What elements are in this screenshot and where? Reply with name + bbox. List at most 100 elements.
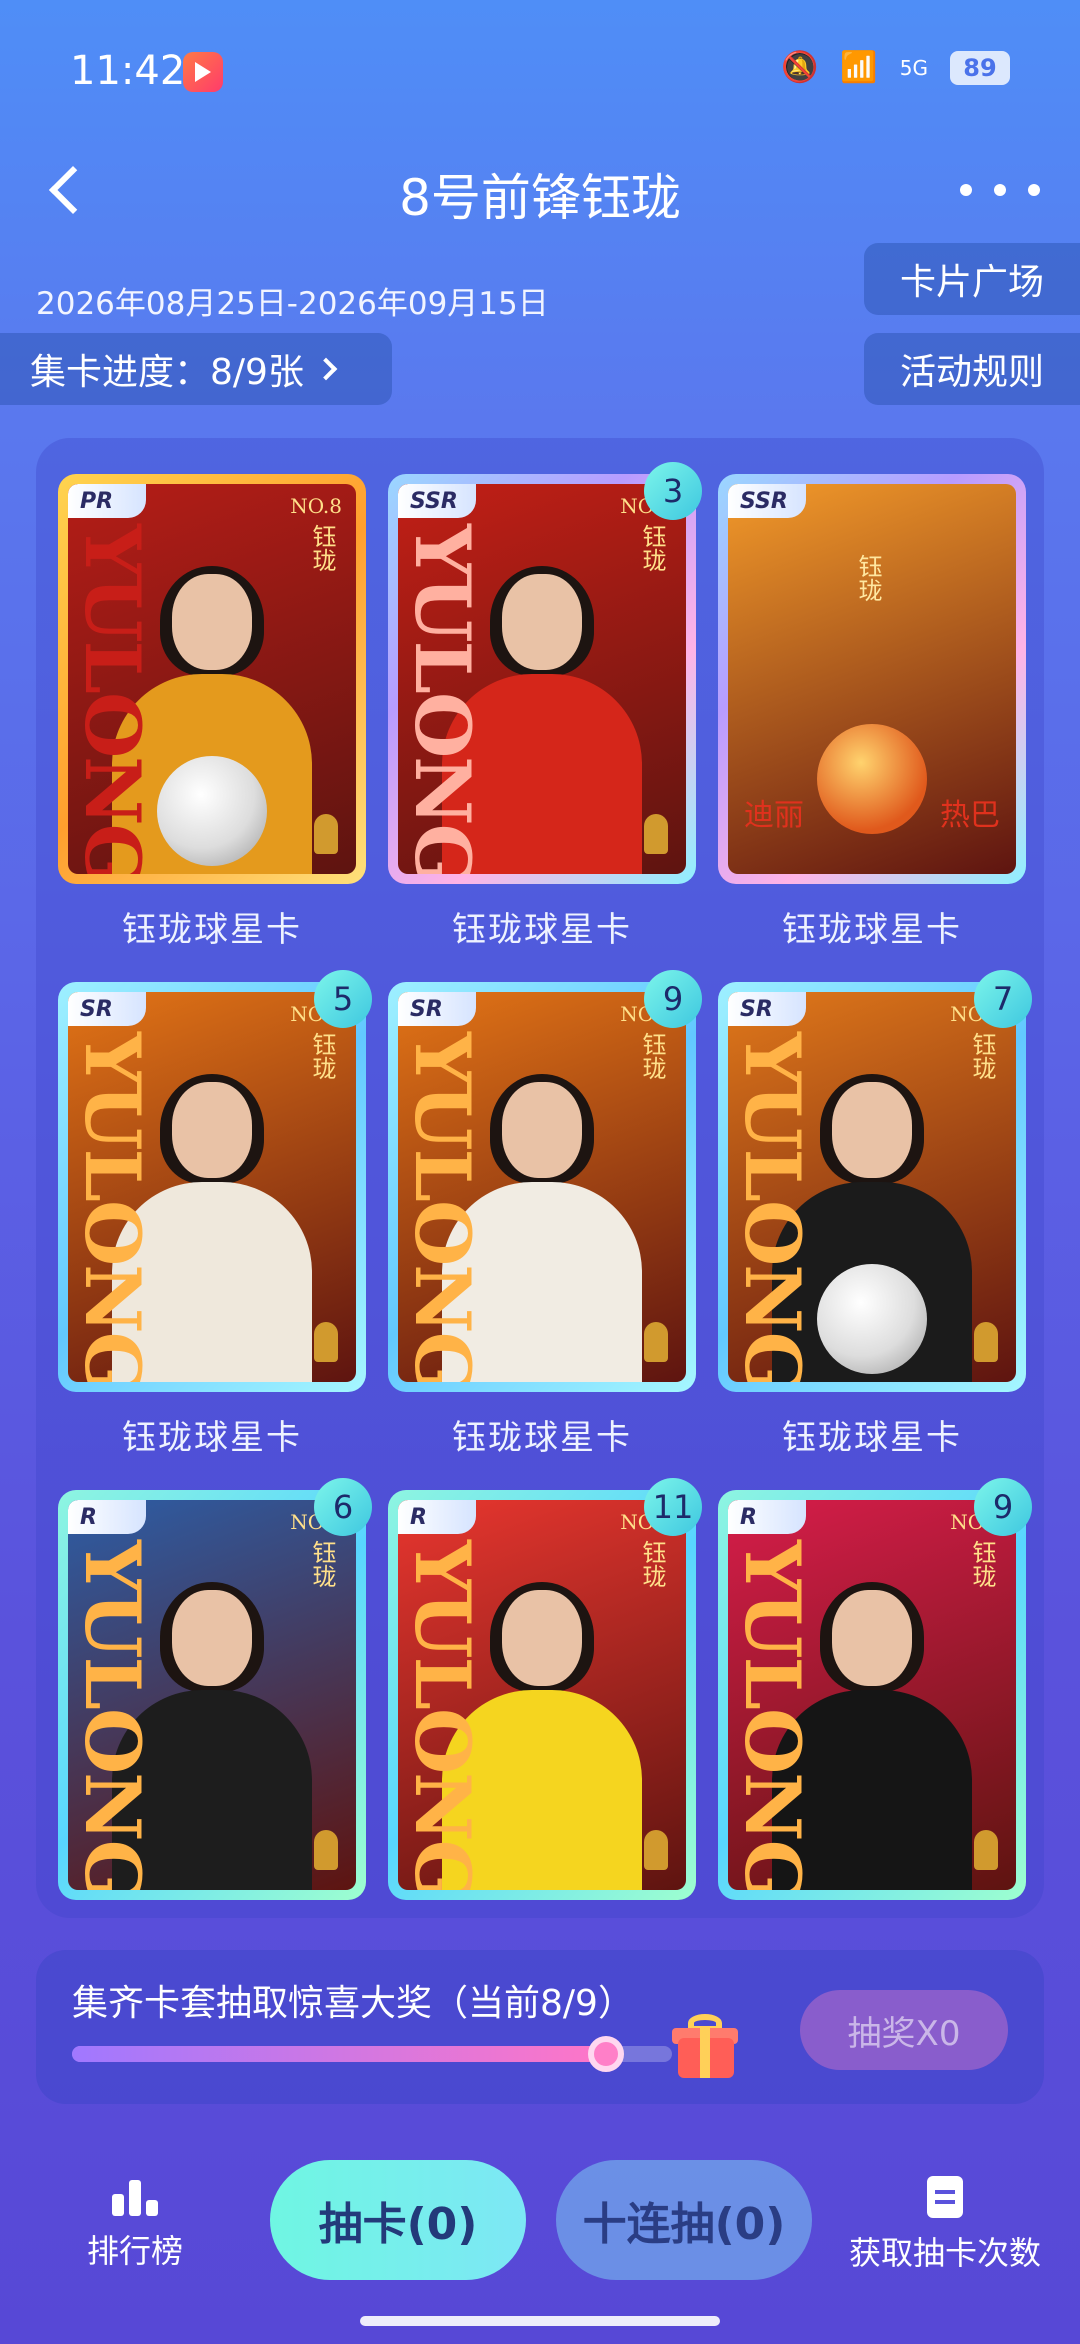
player-card[interactable]: SR YULONG NO.8 钰珑 7 钰珑球星卡 bbox=[718, 970, 1032, 1459]
player-card[interactable]: PR YULONG NO.8 钰珑钰珑球星卡 bbox=[58, 474, 366, 951]
trophy-icon bbox=[644, 814, 668, 854]
collection-progress-button[interactable]: 集卡进度：8/9张 bbox=[0, 333, 392, 405]
gift-icon bbox=[672, 2014, 738, 2080]
card-name-vertical: 钰珑 bbox=[638, 1540, 666, 1588]
more-button[interactable] bbox=[960, 160, 1040, 220]
prize-panel: 集齐卡套抽取惊喜大奖（当前8/9） 抽奖X0 bbox=[36, 1950, 1044, 2104]
rarity-badge: R bbox=[398, 1500, 476, 1534]
card-title: 钰珑球星卡 bbox=[452, 1418, 632, 1458]
card-name-left: 迪丽 bbox=[744, 798, 804, 833]
trophy-icon bbox=[644, 1322, 668, 1362]
status-time: 11:42 bbox=[70, 48, 186, 94]
card-art: SR YULONG NO.8 钰珑 bbox=[398, 992, 686, 1382]
prize-progress-knob bbox=[588, 2036, 624, 2072]
leaderboard-label: 排行榜 bbox=[86, 2232, 183, 2270]
player-card[interactable]: SSR 钰珑迪丽 热巴钰珑球星卡 bbox=[718, 474, 1026, 951]
card-count-badge: 3 bbox=[644, 462, 702, 520]
draw-prize-button[interactable]: 抽奖X0 bbox=[800, 1990, 1008, 2070]
wifi-icon: 📶 bbox=[840, 50, 878, 85]
get-draw-times-button[interactable]: 获取抽卡次数 bbox=[840, 2176, 1050, 2274]
card-yulong-text: YULONG bbox=[68, 1540, 157, 1890]
card-count-badge: 9 bbox=[974, 1478, 1032, 1536]
card-yulong-text: YULONG bbox=[398, 1540, 487, 1890]
card-number: NO.8 bbox=[290, 494, 342, 518]
status-icons: 🔕 📶 5G 89 bbox=[781, 50, 1010, 85]
card-title: 钰珑球星卡 bbox=[782, 1418, 962, 1458]
card-name-right: 热巴 bbox=[940, 798, 1000, 833]
rarity-badge: SR bbox=[398, 992, 476, 1026]
prize-progress-fill bbox=[72, 2046, 606, 2062]
battery-icon: 89 bbox=[950, 50, 1010, 85]
card-title: 钰珑球星卡 bbox=[782, 910, 962, 950]
prize-progress-bar bbox=[72, 2036, 672, 2072]
card-yulong-text: YULONG bbox=[728, 1540, 817, 1890]
trophy-icon bbox=[314, 814, 338, 854]
card-yulong-text: YULONG bbox=[398, 1032, 487, 1382]
rarity-badge: R bbox=[728, 1500, 806, 1534]
card-art: PR YULONG NO.8 钰珑 bbox=[68, 484, 356, 874]
activity-rules-button[interactable]: 活动规则 bbox=[864, 333, 1080, 405]
card-plaza-button[interactable]: 卡片广场 bbox=[864, 243, 1080, 315]
page-title: 8号前锋钰珑 bbox=[399, 169, 681, 227]
document-icon bbox=[927, 2176, 963, 2218]
card-frame: SSR 钰珑迪丽 热巴 bbox=[718, 474, 1026, 884]
ten-draw-button[interactable]: 十连抽(0) bbox=[556, 2160, 812, 2280]
card-yulong-text: YULONG bbox=[398, 524, 487, 874]
rarity-badge: SSR bbox=[728, 484, 806, 518]
card-yulong-text: YULONG bbox=[68, 1032, 157, 1382]
card-count-badge: 6 bbox=[314, 1478, 372, 1536]
card-name-vertical: 钰珑 bbox=[308, 524, 336, 572]
draw-card-button[interactable]: 抽卡(0) bbox=[270, 2160, 526, 2280]
trophy-icon bbox=[314, 1830, 338, 1870]
rarity-badge: SR bbox=[728, 992, 806, 1026]
player-card[interactable]: R YULONG NO.8 钰珑 6 bbox=[58, 1478, 372, 1900]
player-card[interactable]: R YULONG NO.8 钰珑 9 bbox=[718, 1478, 1032, 1900]
trophy-icon bbox=[974, 1830, 998, 1870]
card-name-vertical: 钰珑 bbox=[968, 1032, 996, 1080]
card-frame: R YULONG NO.8 钰珑 6 bbox=[58, 1478, 372, 1900]
player-card[interactable]: SR YULONG NO.8 钰珑 5 钰珑球星卡 bbox=[58, 970, 372, 1459]
card-title: 钰珑球星卡 bbox=[122, 910, 302, 950]
video-app-icon bbox=[183, 52, 223, 92]
football-icon bbox=[817, 1264, 927, 1374]
date-range: 2026年08月25日-2026年09月15日 bbox=[36, 286, 549, 322]
card-star-name: 迪丽 热巴 bbox=[728, 790, 1016, 834]
card-name-vertical: 钰珑 bbox=[968, 1540, 996, 1588]
rarity-badge: SR bbox=[68, 992, 146, 1026]
progress-label: 集卡进度：8/9张 bbox=[30, 352, 304, 393]
trophy-icon bbox=[644, 1830, 668, 1870]
home-indicator[interactable] bbox=[360, 2316, 720, 2326]
get-draw-times-label: 获取抽卡次数 bbox=[848, 2234, 1041, 2272]
card-title: 钰珑球星卡 bbox=[122, 1418, 302, 1458]
leaderboard-button[interactable]: 排行榜 bbox=[60, 2176, 210, 2272]
card-art: R YULONG NO.8 钰珑 bbox=[68, 1500, 356, 1890]
player-card[interactable]: R YULONG NO.8 钰珑 11 bbox=[388, 1478, 702, 1900]
header: 8号前锋钰珑 bbox=[0, 150, 1080, 230]
card-title: 钰珑球星卡 bbox=[452, 910, 632, 950]
player-card[interactable]: SSR YULONG NO.8 钰珑 3 钰珑球星卡 bbox=[388, 462, 702, 951]
mute-icon: 🔕 bbox=[781, 50, 819, 85]
card-frame: SSR YULONG NO.8 钰珑 3 bbox=[388, 462, 702, 884]
card-art: SSR 钰珑迪丽 热巴 bbox=[728, 484, 1016, 874]
card-name-vertical: 钰珑 bbox=[308, 1032, 336, 1080]
card-art: R YULONG NO.8 钰珑 bbox=[728, 1500, 1016, 1890]
card-count-badge: 9 bbox=[644, 970, 702, 1028]
card-frame: R YULONG NO.8 钰珑 9 bbox=[718, 1478, 1032, 1900]
card-art: SSR YULONG NO.8 钰珑 bbox=[398, 484, 686, 874]
card-frame: SR YULONG NO.8 钰珑 5 bbox=[58, 970, 372, 1392]
card-art: SR YULONG NO.8 钰珑 bbox=[68, 992, 356, 1382]
football-icon bbox=[157, 756, 267, 866]
status-bar: 11:42 🔕 📶 5G 89 bbox=[0, 0, 1080, 150]
leaderboard-icon bbox=[112, 2176, 158, 2216]
chevron-right-icon bbox=[314, 357, 338, 381]
card-name-vertical: 钰珑 bbox=[854, 554, 882, 602]
player-card[interactable]: SR YULONG NO.8 钰珑 9 钰珑球星卡 bbox=[388, 970, 702, 1459]
card-yulong-text: YULONG bbox=[728, 1032, 817, 1382]
card-name-vertical: 钰珑 bbox=[308, 1540, 336, 1588]
card-yulong-text: YULONG bbox=[68, 524, 157, 874]
card-count-badge: 5 bbox=[314, 970, 372, 1028]
card-frame: SR YULONG NO.8 钰珑 9 bbox=[388, 970, 702, 1392]
card-count-badge: 7 bbox=[974, 970, 1032, 1028]
rarity-badge: PR bbox=[68, 484, 146, 518]
card-frame: R YULONG NO.8 钰珑 11 bbox=[388, 1478, 702, 1900]
